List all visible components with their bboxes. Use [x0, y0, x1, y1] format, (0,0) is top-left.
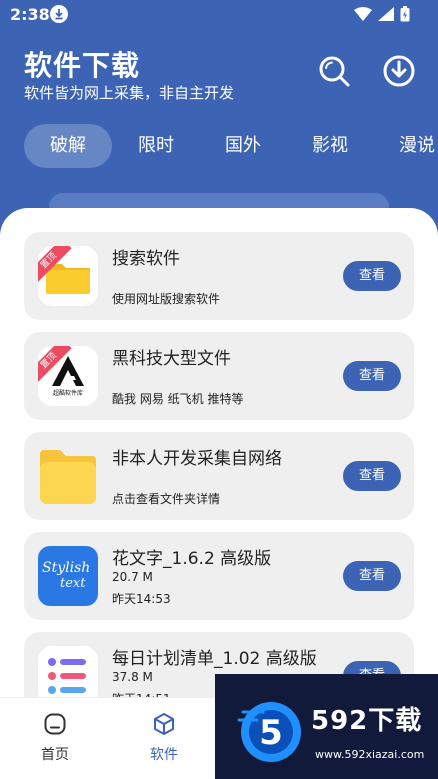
- stylish-text-icon: Stylish text: [38, 546, 98, 606]
- folder-icon: 置顶: [38, 246, 98, 306]
- nav-home[interactable]: 首页: [20, 698, 90, 764]
- tab-limited[interactable]: 限时: [124, 124, 188, 168]
- item-title: 非本人开发采集自网络: [112, 449, 282, 469]
- download-notification-icon: [50, 5, 68, 23]
- item-title: 黑科技大型文件: [112, 349, 231, 369]
- watermark-brand: 592下载: [311, 706, 423, 736]
- view-button[interactable]: 查看: [343, 561, 401, 591]
- search-button[interactable]: [316, 53, 352, 89]
- view-button[interactable]: 查看: [343, 261, 401, 291]
- black-tech-logo-text: 超酷软件库: [52, 390, 83, 397]
- header-background: 2:38 软件下载 软件皆为网上采集，非自主开发 破解 限时 国外 影视 漫说: [0, 0, 438, 236]
- search-icon: [319, 56, 350, 87]
- list-item[interactable]: 置顶 搜索软件 使用网址版搜索软件 查看: [24, 232, 414, 320]
- nav-home-label: 首页: [41, 747, 69, 763]
- list-item[interactable]: Stylish text 花文字_1.6.2 高级版 20.7 M 昨天14:5…: [24, 532, 414, 620]
- watermark-logo-text: 5: [259, 713, 283, 753]
- view-button[interactable]: 查看: [343, 361, 401, 391]
- nav-software-label: 软件: [150, 747, 178, 763]
- list-item[interactable]: 超酷软件库 置顶 黑科技大型文件 酷我 网易 纸飞机 推特等 查看: [24, 332, 414, 420]
- black-tech-logo-icon: 超酷软件库 置顶: [38, 346, 98, 406]
- wifi-icon: [354, 7, 372, 21]
- item-title: 每日计划清单_1.02 高级版: [112, 649, 317, 669]
- tab-foreign[interactable]: 国外: [211, 124, 275, 168]
- status-time: 2:38: [10, 5, 50, 24]
- status-bar: 2:38: [0, 0, 438, 30]
- page-title: 软件下载: [24, 49, 141, 82]
- category-tabs: 破解 限时 国外 影视 漫说: [0, 124, 438, 170]
- list-item[interactable]: 非本人开发采集自网络 点击查看文件夹详情 查看: [24, 432, 414, 520]
- battery-icon: [400, 6, 410, 22]
- download-manager-button[interactable]: [381, 53, 417, 89]
- cell-signal-icon: [378, 7, 394, 21]
- item-description: 酷我 网易 纸飞机 推特等: [112, 392, 244, 406]
- tab-comics[interactable]: 漫说: [385, 124, 438, 168]
- nav-software[interactable]: 软件: [129, 698, 199, 764]
- home-icon: [44, 713, 66, 735]
- watermark-url: www.592xiazai.com: [315, 748, 425, 761]
- item-date: 昨天14:53: [112, 592, 171, 606]
- watermark-overlay: 5 592下载 www.592xiazai.com: [215, 674, 438, 779]
- stylish-text-line-1: Stylish: [42, 560, 91, 576]
- item-description: 点击查看文件夹详情: [112, 492, 221, 506]
- yellow-folder-icon: [38, 446, 98, 506]
- tab-crack[interactable]: 破解: [24, 124, 112, 168]
- item-title: 搜索软件: [112, 249, 180, 269]
- download-icon: [383, 55, 415, 87]
- view-button[interactable]: 查看: [343, 461, 401, 491]
- item-title: 花文字_1.6.2 高级版: [112, 549, 272, 569]
- stylish-text-line-2: text: [60, 576, 86, 591]
- item-description: 使用网址版搜索软件: [112, 292, 221, 306]
- page-subtitle: 软件皆为网上采集，非自主开发: [24, 84, 235, 102]
- tab-video[interactable]: 影视: [298, 124, 362, 168]
- item-size: 20.7 M: [112, 570, 153, 584]
- watermark-logo: 5: [237, 702, 301, 762]
- status-icons: [354, 6, 410, 22]
- cube-icon: [154, 713, 174, 735]
- item-size: 37.8 M: [112, 670, 153, 684]
